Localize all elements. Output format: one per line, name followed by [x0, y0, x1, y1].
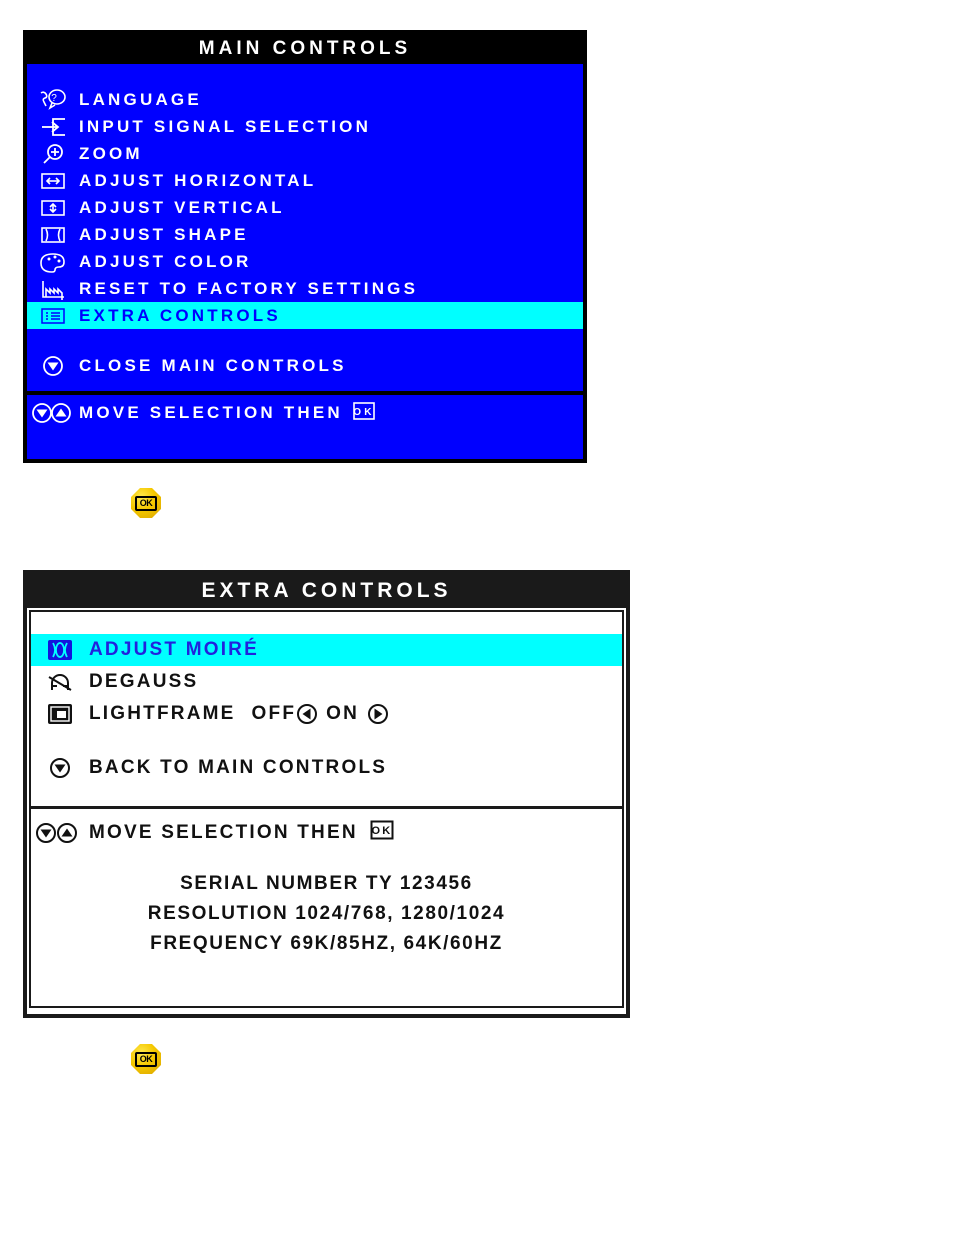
ok-button-main[interactable]: OK: [131, 488, 161, 518]
main-controls-footer-hint: MOVE SELECTION THEN OK: [79, 401, 375, 425]
menu-item-zoom[interactable]: ZOOM: [27, 140, 583, 167]
menu-item-extra-controls[interactable]: EXTRA CONTROLS: [27, 302, 583, 329]
lightframe-off-label: OFF: [251, 703, 297, 724]
adjust-horizontal-icon: [27, 170, 79, 192]
lightframe-on-label: ON: [326, 703, 360, 724]
extra-controls-footer: MOVE SELECTION THEN OK: [31, 809, 622, 857]
lightframe-label: LIGHTFRAME: [89, 703, 236, 724]
menu-item-lightframe[interactable]: LIGHTFRAME OFF ON: [31, 698, 622, 730]
adjust-shape-icon: [27, 224, 79, 246]
footer-hint-text: MOVE SELECTION THEN: [79, 403, 343, 422]
menu-item-label: INPUT SIGNAL SELECTION: [79, 116, 372, 136]
resolution-text: RESOLUTION 1024/768, 1280/1024: [147, 903, 506, 924]
main-controls-title: MAIN CONTROLS: [27, 34, 583, 64]
frequency-text: FREQUENCY 69K/85HZ, 64K/60HZ: [150, 933, 503, 954]
extra-controls-osd-panel: EXTRA CONTROLS ADJUST MOIRÉ DEGAUSS LIGH…: [23, 570, 630, 1018]
adjust-color-icon: [27, 251, 79, 273]
menu-item-label: ADJUST HORIZONTAL: [79, 170, 317, 190]
input-signal-icon: [27, 116, 79, 138]
menu-item-label: RESET TO FACTORY SETTINGS: [79, 278, 419, 298]
extra-controls-item-list: ADJUST MOIRÉ DEGAUSS LIGHTFRAME OFF ON B…: [31, 612, 622, 784]
down-arrow-circle-icon: [27, 354, 79, 378]
right-arrow-circle-icon[interactable]: [367, 703, 389, 725]
ok-key-icon: OK: [353, 401, 375, 425]
menu-item-label: LANGUAGE: [79, 89, 202, 109]
svg-text:?: ?: [51, 93, 57, 104]
down-arrow-circle-icon: [31, 756, 89, 780]
menu-item-label: EXTRA CONTROLS: [79, 305, 281, 325]
menu-item-language[interactable]: ? LANGUAGE: [27, 86, 583, 113]
menu-item-input-signal-selection[interactable]: INPUT SIGNAL SELECTION: [27, 113, 583, 140]
zoom-icon: [27, 143, 79, 165]
menu-item-close-main-controls[interactable]: CLOSE MAIN CONTROLS: [27, 349, 583, 383]
extra-controls-inner: ADJUST MOIRÉ DEGAUSS LIGHTFRAME OFF ON B…: [29, 610, 624, 1008]
svg-text:OK: OK: [353, 407, 374, 418]
ok-button-octagon: OK: [131, 488, 161, 518]
footer-hint-text: MOVE SELECTION THEN: [89, 822, 358, 843]
menu-item-adjust-shape[interactable]: ADJUST SHAPE: [27, 221, 583, 248]
down-up-arrow-circle-icons: [27, 401, 79, 425]
language-icon: ?: [27, 88, 79, 111]
menu-item-adjust-vertical[interactable]: ADJUST VERTICAL: [27, 194, 583, 221]
lightframe-icon: [31, 701, 89, 727]
menu-item-label: ADJUST COLOR: [79, 251, 252, 271]
extra-controls-title: EXTRA CONTROLS: [27, 574, 626, 608]
extra-controls-footer-hint: MOVE SELECTION THEN OK: [89, 820, 394, 846]
reset-factory-icon: [27, 278, 79, 300]
main-controls-footer: MOVE SELECTION THEN OK: [27, 395, 583, 431]
menu-item-label: DEGAUSS: [89, 671, 199, 692]
main-controls-osd-panel: MAIN CONTROLS ? LANGUAGE INPUT SIGNAL SE…: [23, 30, 587, 463]
menu-item-adjust-horizontal[interactable]: ADJUST HORIZONTAL: [27, 167, 583, 194]
menu-spacer: [27, 329, 583, 349]
extra-controls-icon: [27, 305, 79, 327]
serial-number-text: SERIAL NUMBER TY 123456: [180, 873, 473, 894]
ok-button-label: OK: [135, 495, 157, 511]
menu-item-degauss[interactable]: DEGAUSS: [31, 666, 622, 698]
ok-button-extra[interactable]: OK: [131, 1044, 161, 1074]
ok-key-icon: OK: [370, 820, 394, 846]
degauss-icon: [31, 669, 89, 695]
menu-item-label: ADJUST VERTICAL: [79, 197, 285, 217]
extra-controls-spacer: [31, 730, 622, 752]
menu-item-adjust-color[interactable]: ADJUST COLOR: [27, 248, 583, 275]
menu-item-reset-to-factory-settings[interactable]: RESET TO FACTORY SETTINGS: [27, 275, 583, 302]
menu-item-back-to-main-controls[interactable]: BACK TO MAIN CONTROLS: [31, 752, 622, 784]
menu-item-label: ADJUST MOIRÉ: [89, 639, 259, 660]
svg-text:OK: OK: [371, 825, 392, 837]
monitor-info-block: SERIAL NUMBER TY 123456 RESOLUTION 1024/…: [31, 857, 622, 959]
lightframe-controls: LIGHTFRAME OFF ON: [89, 703, 389, 725]
adjust-vertical-icon: [27, 197, 79, 219]
adjust-moire-icon: [31, 637, 89, 663]
menu-item-label: BACK TO MAIN CONTROLS: [89, 757, 388, 778]
left-arrow-circle-icon[interactable]: [296, 703, 318, 725]
down-up-arrow-circle-icons: [31, 821, 89, 845]
menu-item-adjust-moire[interactable]: ADJUST MOIRÉ: [31, 634, 622, 666]
ok-button-label: OK: [135, 1051, 157, 1067]
ok-button-octagon: OK: [131, 1044, 161, 1074]
menu-item-label: ADJUST SHAPE: [79, 224, 249, 244]
menu-item-label: ZOOM: [79, 143, 143, 163]
main-controls-item-list: ? LANGUAGE INPUT SIGNAL SELECTION ZOOM A…: [27, 64, 583, 383]
menu-item-label: CLOSE MAIN CONTROLS: [79, 356, 347, 375]
